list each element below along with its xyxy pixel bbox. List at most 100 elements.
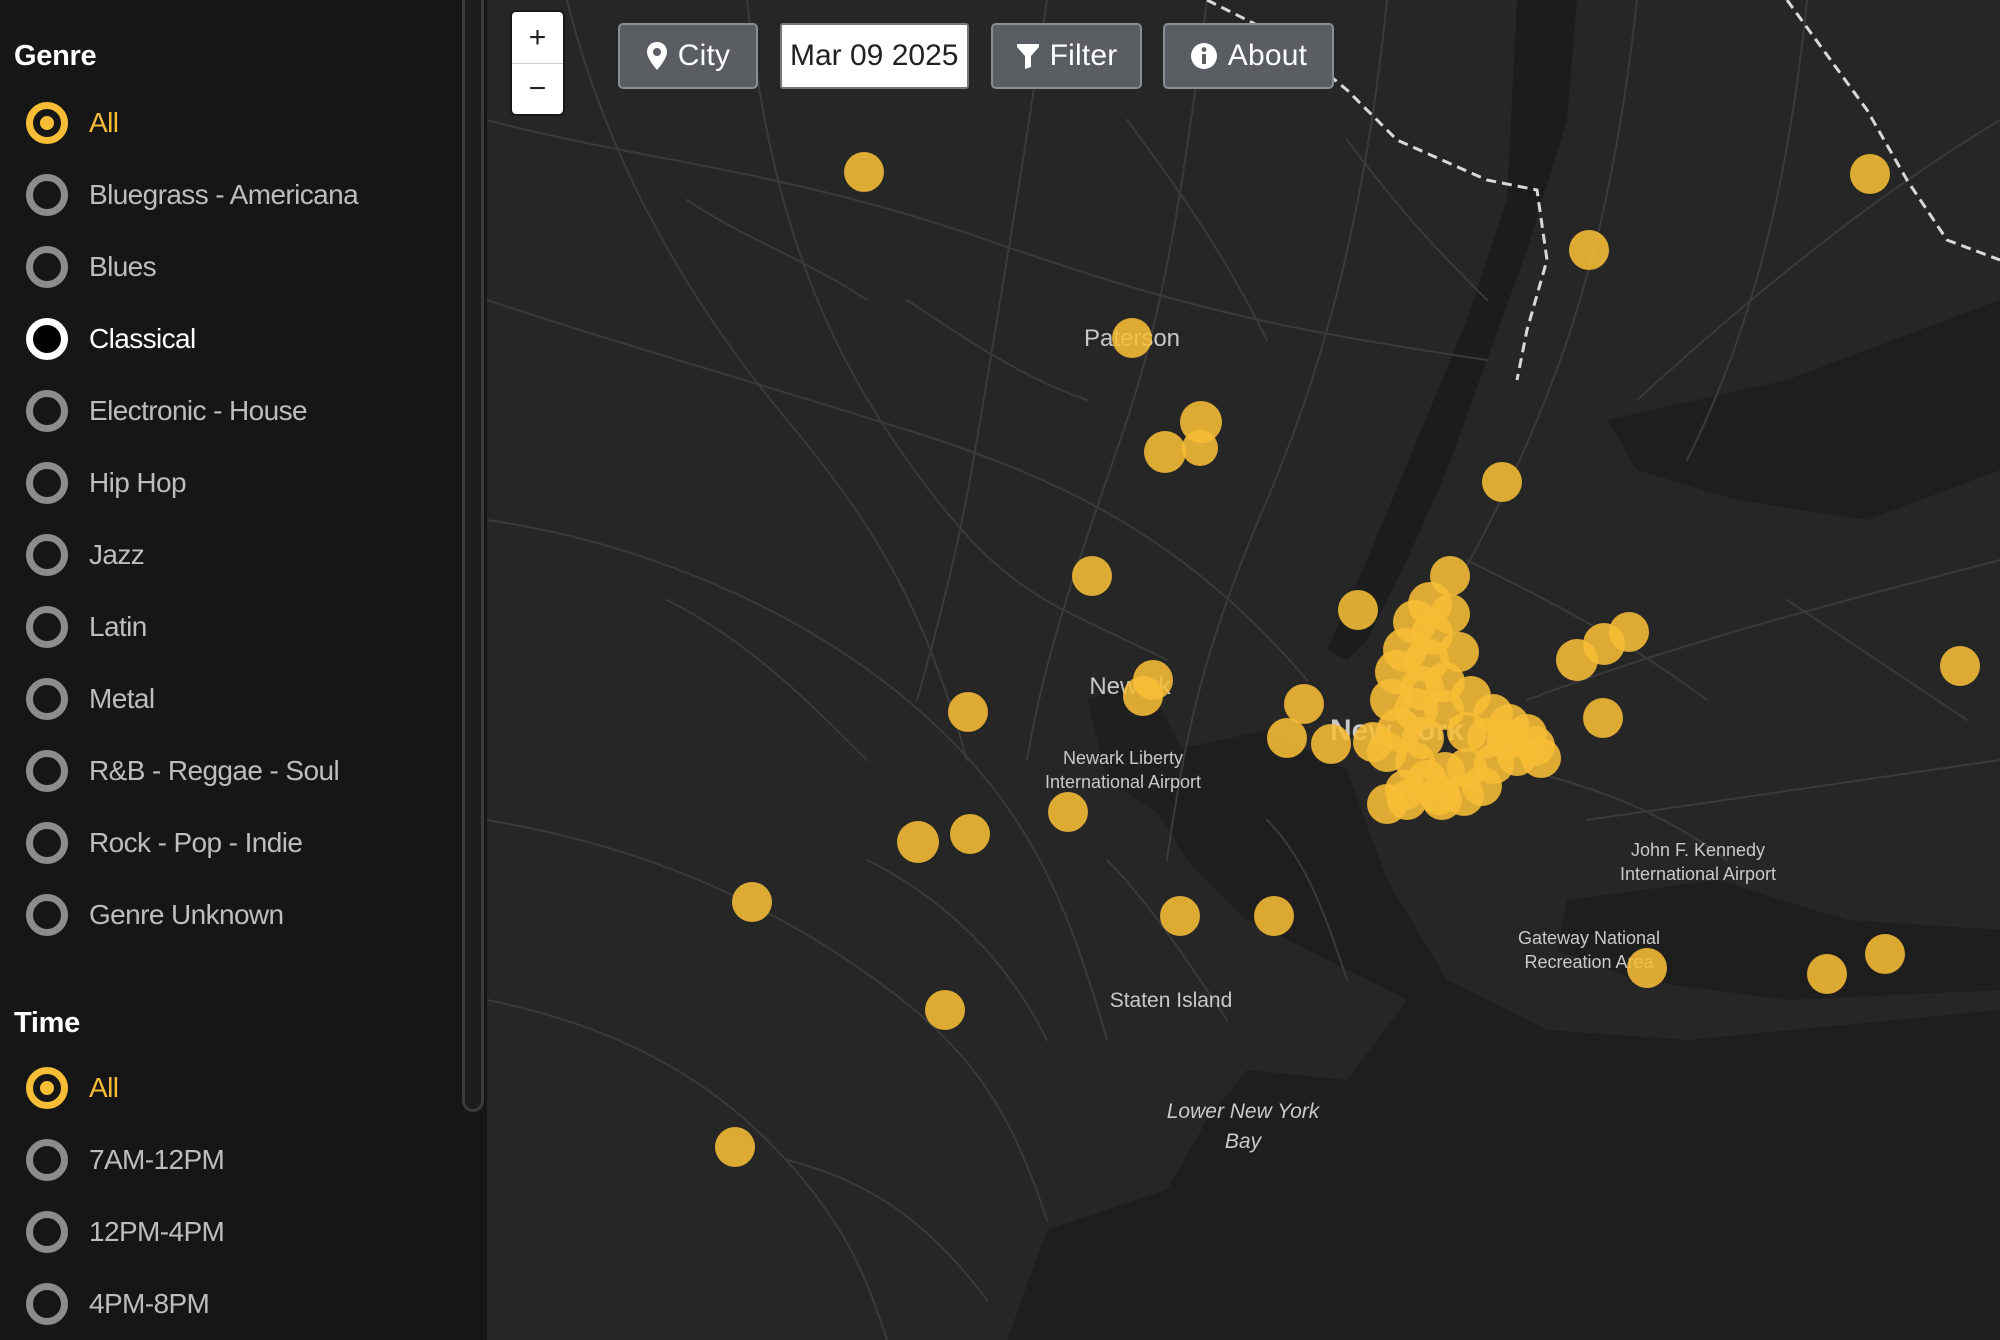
radio-icon[interactable]	[26, 174, 68, 216]
genre-label: Rock - Pop - Indie	[89, 827, 303, 858]
event-marker[interactable]	[1569, 230, 1609, 270]
time-label: All	[89, 1072, 119, 1103]
genre-option-latin[interactable]: Latin	[26, 603, 446, 651]
event-marker[interactable]	[732, 882, 772, 922]
genre-label: Classical	[89, 323, 196, 354]
genre-option-classical[interactable]: Classical	[26, 315, 446, 363]
map-label-newark-airport: Newark Liberty	[1063, 748, 1183, 768]
genre-heading: Genre	[14, 40, 97, 72]
zoom-in-button[interactable]: +	[512, 12, 563, 63]
about-button-label: About	[1227, 39, 1308, 72]
event-marker[interactable]	[897, 821, 939, 863]
event-marker[interactable]	[925, 990, 965, 1030]
genre-option-electronic[interactable]: Electronic - House	[26, 387, 446, 435]
time-label: 12PM-4PM	[89, 1216, 225, 1247]
radio-icon[interactable]	[26, 894, 68, 936]
zoom-out-button[interactable]: −	[512, 63, 563, 114]
event-marker[interactable]	[1807, 954, 1847, 994]
event-marker[interactable]	[715, 1127, 755, 1167]
basemap: Paterson Newark Newark Liberty Internati…	[487, 0, 2000, 1340]
time-label: 4PM-8PM	[89, 1288, 210, 1319]
genre-option-jazz[interactable]: Jazz	[26, 531, 446, 579]
event-marker[interactable]	[1865, 934, 1905, 974]
event-marker[interactable]	[1311, 724, 1351, 764]
event-marker[interactable]	[1267, 718, 1307, 758]
genre-label: Jazz	[89, 539, 145, 570]
event-marker[interactable]	[1583, 698, 1623, 738]
radio-icon[interactable]	[26, 390, 68, 432]
event-marker[interactable]	[1072, 556, 1112, 596]
event-marker[interactable]	[1609, 612, 1649, 652]
filter-button[interactable]: Filter	[991, 23, 1142, 89]
map-label-newark-airport-line2: International Airport	[1045, 772, 1201, 792]
map-label-jfk: John F. Kennedy	[1631, 840, 1765, 860]
event-marker[interactable]	[1940, 646, 1980, 686]
time-option-morning[interactable]: 7AM-12PM	[26, 1136, 446, 1184]
genre-label: Bluegrass - Americana	[89, 179, 359, 210]
genre-option-all[interactable]: All	[26, 99, 446, 147]
radio-icon[interactable]	[26, 1067, 68, 1109]
genre-label: Metal	[89, 683, 155, 714]
map-label-bay: Lower New York	[1167, 1100, 1321, 1123]
genre-option-unknown[interactable]: Genre Unknown	[26, 891, 446, 939]
genre-label: All	[89, 107, 119, 138]
event-marker[interactable]	[948, 692, 988, 732]
event-marker[interactable]	[1353, 722, 1393, 762]
time-option-afternoon[interactable]: 12PM-4PM	[26, 1208, 446, 1256]
genre-label: Latin	[89, 611, 147, 642]
event-marker[interactable]	[1182, 430, 1218, 466]
map-pin-icon	[646, 42, 667, 70]
radio-icon[interactable]	[26, 1283, 68, 1325]
event-marker[interactable]	[844, 152, 884, 192]
genre-option-rnb[interactable]: R&B - Reggae - Soul	[26, 747, 446, 795]
event-marker[interactable]	[1160, 896, 1200, 936]
radio-icon[interactable]	[26, 462, 68, 504]
radio-icon[interactable]	[26, 102, 68, 144]
map-label-staten-island: Staten Island	[1110, 989, 1233, 1012]
radio-icon[interactable]	[26, 246, 68, 288]
event-marker[interactable]	[1048, 792, 1088, 832]
radio-icon[interactable]	[26, 534, 68, 576]
genre-label: Electronic - House	[89, 395, 308, 426]
info-icon	[1190, 43, 1217, 69]
event-marker[interactable]	[1144, 431, 1186, 473]
map-label-bay-line2: Bay	[1225, 1130, 1263, 1153]
time-option-all[interactable]: All	[26, 1064, 446, 1112]
event-marker[interactable]	[1284, 684, 1324, 724]
radio-icon[interactable]	[26, 606, 68, 648]
event-marker[interactable]	[1482, 462, 1522, 502]
about-button[interactable]: About	[1163, 23, 1334, 89]
event-marker[interactable]	[950, 814, 990, 854]
filter-sidebar: Genre All Bluegrass - Americana Blues Cl…	[0, 0, 487, 1340]
radio-icon[interactable]	[26, 678, 68, 720]
city-button[interactable]: City	[618, 23, 758, 89]
radio-icon[interactable]	[26, 1211, 68, 1253]
radio-icon[interactable]	[26, 1139, 68, 1181]
event-marker[interactable]	[1627, 948, 1667, 988]
event-marker[interactable]	[1850, 154, 1890, 194]
genre-label: Genre Unknown	[89, 899, 284, 930]
date-input[interactable]	[780, 23, 969, 89]
harbor-and-bay	[1007, 730, 2000, 1340]
time-option-evening[interactable]: 4PM-8PM	[26, 1280, 446, 1328]
filter-button-label: Filter	[1049, 39, 1118, 72]
genre-option-rock[interactable]: Rock - Pop - Indie	[26, 819, 446, 867]
event-marker[interactable]	[1112, 318, 1152, 358]
event-marker[interactable]	[1439, 632, 1479, 672]
genre-option-metal[interactable]: Metal	[26, 675, 446, 723]
map-canvas[interactable]: Paterson Newark Newark Liberty Internati…	[487, 0, 2000, 1340]
genre-option-hip-hop[interactable]: Hip Hop	[26, 459, 446, 507]
sidebar-scrollbar[interactable]	[462, 0, 484, 1112]
event-marker[interactable]	[1338, 590, 1378, 630]
city-button-label: City	[677, 39, 731, 72]
radio-icon[interactable]	[26, 750, 68, 792]
radio-icon[interactable]	[26, 822, 68, 864]
event-marker[interactable]	[1387, 780, 1427, 820]
funnel-icon	[1016, 44, 1039, 69]
genre-option-blues[interactable]: Blues	[26, 243, 446, 291]
radio-icon[interactable]	[26, 318, 68, 360]
event-marker[interactable]	[1123, 676, 1163, 716]
genre-label: R&B - Reggae - Soul	[89, 755, 340, 786]
genre-option-bluegrass[interactable]: Bluegrass - Americana	[26, 171, 446, 219]
event-marker[interactable]	[1254, 896, 1294, 936]
